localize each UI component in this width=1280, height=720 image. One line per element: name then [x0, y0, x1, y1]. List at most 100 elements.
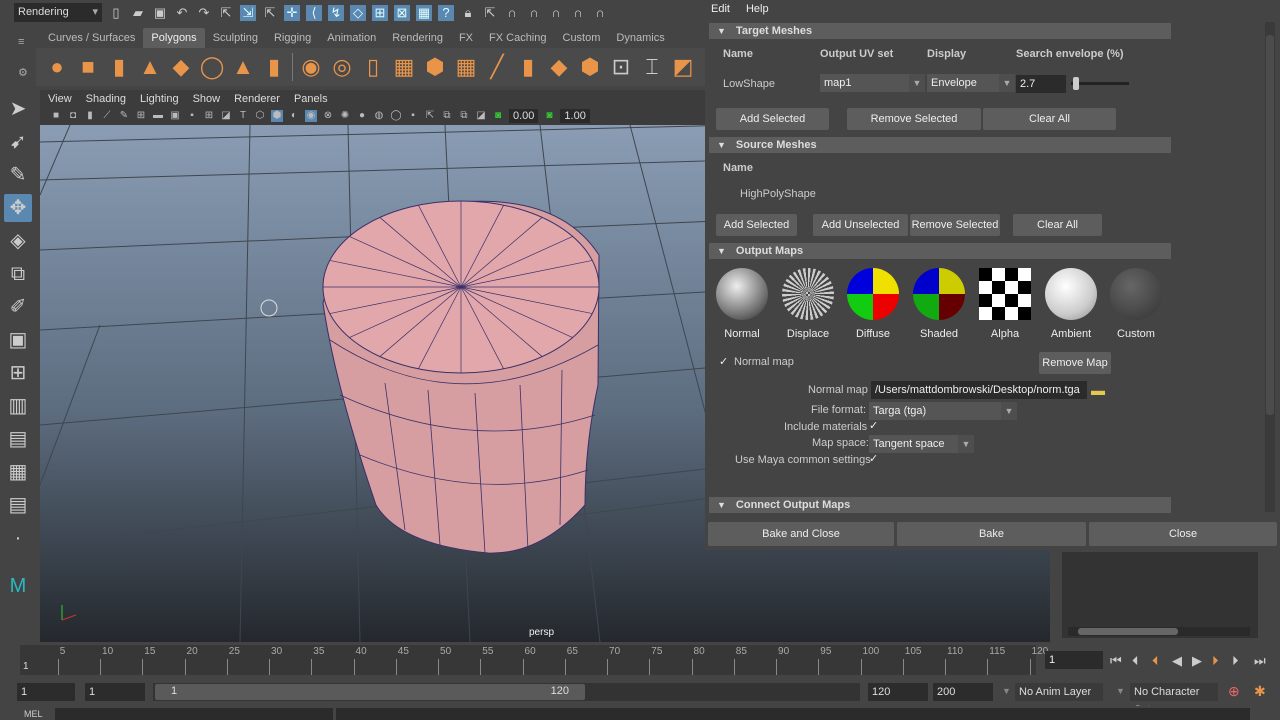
menu-show[interactable]: Show	[193, 93, 221, 105]
menu-view[interactable]: View	[48, 93, 72, 105]
side-panel-scrollbar[interactable]	[1068, 627, 1250, 636]
range-slider[interactable]: 1 120	[153, 683, 860, 701]
shelf-tab-rendering[interactable]: Rendering	[384, 28, 451, 48]
map-shaded-button[interactable]: Shaded	[909, 268, 969, 340]
poly-cylinder-icon[interactable]: ▮	[106, 54, 132, 80]
snap-vertex-icon[interactable]: ⊠	[394, 4, 410, 21]
command-input[interactable]	[55, 708, 333, 720]
select-object-icon[interactable]: ⇲	[240, 4, 256, 21]
film-gate-icon[interactable]: ▬	[152, 110, 164, 122]
snap-curve-icon[interactable]: ⟨	[306, 4, 322, 21]
combine-icon[interactable]: ◉	[298, 54, 324, 80]
envelope-field[interactable]: 2.7	[1016, 75, 1066, 93]
poly-pipe-icon[interactable]: ▮	[261, 54, 287, 80]
play-backward-icon[interactable]: ◀	[1172, 653, 1182, 669]
selection-icon[interactable]: ⇱	[482, 5, 498, 21]
bake-and-close-button[interactable]: Bake and Close	[708, 522, 894, 546]
textured-icon[interactable]: ⊗	[322, 110, 334, 122]
snap-surface-icon[interactable]: ⊞	[372, 4, 388, 21]
shelf-tab-animation[interactable]: Animation	[319, 28, 384, 48]
source-add-selected-button[interactable]: Add Selected	[716, 214, 797, 236]
map-diffuse-button[interactable]: Diffuse	[843, 268, 903, 340]
shelf-menu-icon[interactable]: ≡	[18, 36, 24, 48]
menu-help[interactable]: Help	[746, 3, 769, 15]
move-tool-icon[interactable]: ✥	[4, 194, 32, 222]
step-back-frame-icon[interactable]: ⏴	[1152, 653, 1159, 669]
poly-cone-icon[interactable]: ▲	[137, 54, 163, 80]
lasso-tool-icon[interactable]: ➹	[4, 128, 32, 156]
four-pane-icon[interactable]: ⊞	[4, 359, 32, 387]
target-add-selected-button[interactable]: Add Selected	[716, 108, 829, 130]
source-meshes-header[interactable]: ▼ Source Meshes	[709, 137, 1171, 153]
isolate-icon[interactable]: ⇱	[424, 110, 436, 122]
outliner-layout-icon[interactable]: ▤	[4, 425, 32, 453]
grease-pencil-icon[interactable]: ✎	[118, 110, 130, 122]
fill-hole-icon[interactable]: ⬢	[577, 54, 603, 80]
remove-map-button[interactable]: Remove Map	[1039, 352, 1111, 374]
gate-mask-icon[interactable]: ▪	[186, 110, 198, 122]
dialog-scroll-thumb[interactable]	[1266, 35, 1274, 415]
two-pane-icon[interactable]: ▥	[4, 392, 32, 420]
xray-icon[interactable]: ◉	[305, 110, 317, 122]
magnet-icon[interactable]: ∩	[570, 5, 586, 21]
shelf-tab-sculpting[interactable]: Sculpting	[205, 28, 266, 48]
time-slider[interactable]: 1 5 10 15 20 25 30 35 40 45 50 55 60 65 70 75 80 85 90 95 1…	[20, 645, 1048, 675]
playback-start-field[interactable]: 1	[85, 683, 145, 701]
hud-icon[interactable]: ◪	[475, 110, 487, 122]
chevron-down-icon[interactable]: ▼	[1116, 686, 1125, 696]
snap-view-icon[interactable]: ◇	[350, 4, 366, 21]
exposure-icon[interactable]: ◙	[492, 110, 504, 122]
anim-layer-dropdown[interactable]: No Anim Layer	[1015, 683, 1103, 701]
bevel-icon[interactable]: ⬢	[422, 54, 448, 80]
xray-joints-icon[interactable]: ⧉	[441, 110, 453, 122]
source-remove-selected-button[interactable]: Remove Selected	[910, 214, 1000, 236]
smooth-icon[interactable]: ▦	[391, 54, 417, 80]
file-format-dropdown[interactable]: Targa (tga) ▼	[869, 402, 1017, 420]
slider-thumb[interactable]	[1072, 77, 1079, 90]
shelf-tab-dynamics[interactable]: Dynamics	[608, 28, 672, 48]
smooth-shade-icon[interactable]: ⬢	[271, 110, 283, 122]
menu-lighting[interactable]: Lighting	[140, 93, 179, 105]
multi-cut-icon[interactable]: ╱	[484, 54, 510, 80]
character-set-dropdown[interactable]: No Character Set	[1130, 683, 1218, 716]
help-icon[interactable]: ?	[438, 4, 454, 21]
step-forward-frame-icon[interactable]: ⏵	[1212, 653, 1219, 669]
custom-layout-icon[interactable]: ▤	[4, 491, 32, 519]
range-slider-bar[interactable]: 1 120	[155, 684, 585, 700]
play-forward-icon[interactable]: ▶	[1192, 653, 1202, 669]
new-scene-icon[interactable]: ▯	[108, 5, 124, 21]
normal-map-checkbox[interactable]: ✓	[719, 357, 730, 368]
shelf-tab-polygons[interactable]: Polygons	[143, 28, 205, 48]
ao-icon[interactable]: ◍	[373, 110, 385, 122]
bookmark-icon[interactable]: ▮	[84, 110, 96, 122]
mirror-icon[interactable]: ▯	[360, 54, 386, 80]
anim-prefs-icon[interactable]: ✱	[1254, 683, 1266, 700]
motion-blur-icon[interactable]: ◯	[390, 110, 402, 122]
open-scene-icon[interactable]: ▰	[130, 5, 146, 21]
poly-plane-icon[interactable]: ◆	[168, 54, 194, 80]
target-clear-all-button[interactable]: Clear All	[983, 108, 1116, 130]
folder-icon[interactable]: ▬	[1091, 382, 1105, 398]
wireframe-icon[interactable]: ⬡	[254, 110, 266, 122]
chevron-down-icon[interactable]: ▼	[1002, 686, 1011, 696]
poly-sphere-icon[interactable]: ●	[44, 54, 70, 80]
collapse-icon[interactable]: ·	[4, 524, 32, 552]
safe-action-icon[interactable]: ◪	[220, 110, 232, 122]
gamma-icon[interactable]: ◙	[543, 110, 555, 122]
select-tool-icon[interactable]: ➤	[4, 95, 32, 123]
snap-grid-icon[interactable]: ✛	[284, 4, 300, 21]
save-scene-icon[interactable]: ▣	[152, 5, 168, 21]
safe-title-icon[interactable]: T	[237, 110, 249, 122]
map-ambient-button[interactable]: Ambient	[1041, 268, 1101, 340]
magnet-icon[interactable]: ∩	[526, 5, 542, 21]
menu-panels[interactable]: Panels	[294, 93, 328, 105]
snap-point-icon[interactable]: ↯	[328, 4, 344, 21]
single-pane-icon[interactable]: ▣	[4, 326, 32, 354]
normal-map-path-field[interactable]: /Users/mattdombrowski/Desktop/norm.tga	[871, 381, 1087, 399]
mel-label[interactable]: MEL	[24, 709, 43, 719]
scale-tool-icon[interactable]: ⧉	[4, 260, 32, 288]
map-displace-button[interactable]: Displace	[778, 268, 838, 340]
poly-cube-icon[interactable]: ■	[75, 54, 101, 80]
shelf-tab-fx[interactable]: FX	[451, 28, 481, 48]
undo-icon[interactable]: ↶	[174, 5, 190, 21]
